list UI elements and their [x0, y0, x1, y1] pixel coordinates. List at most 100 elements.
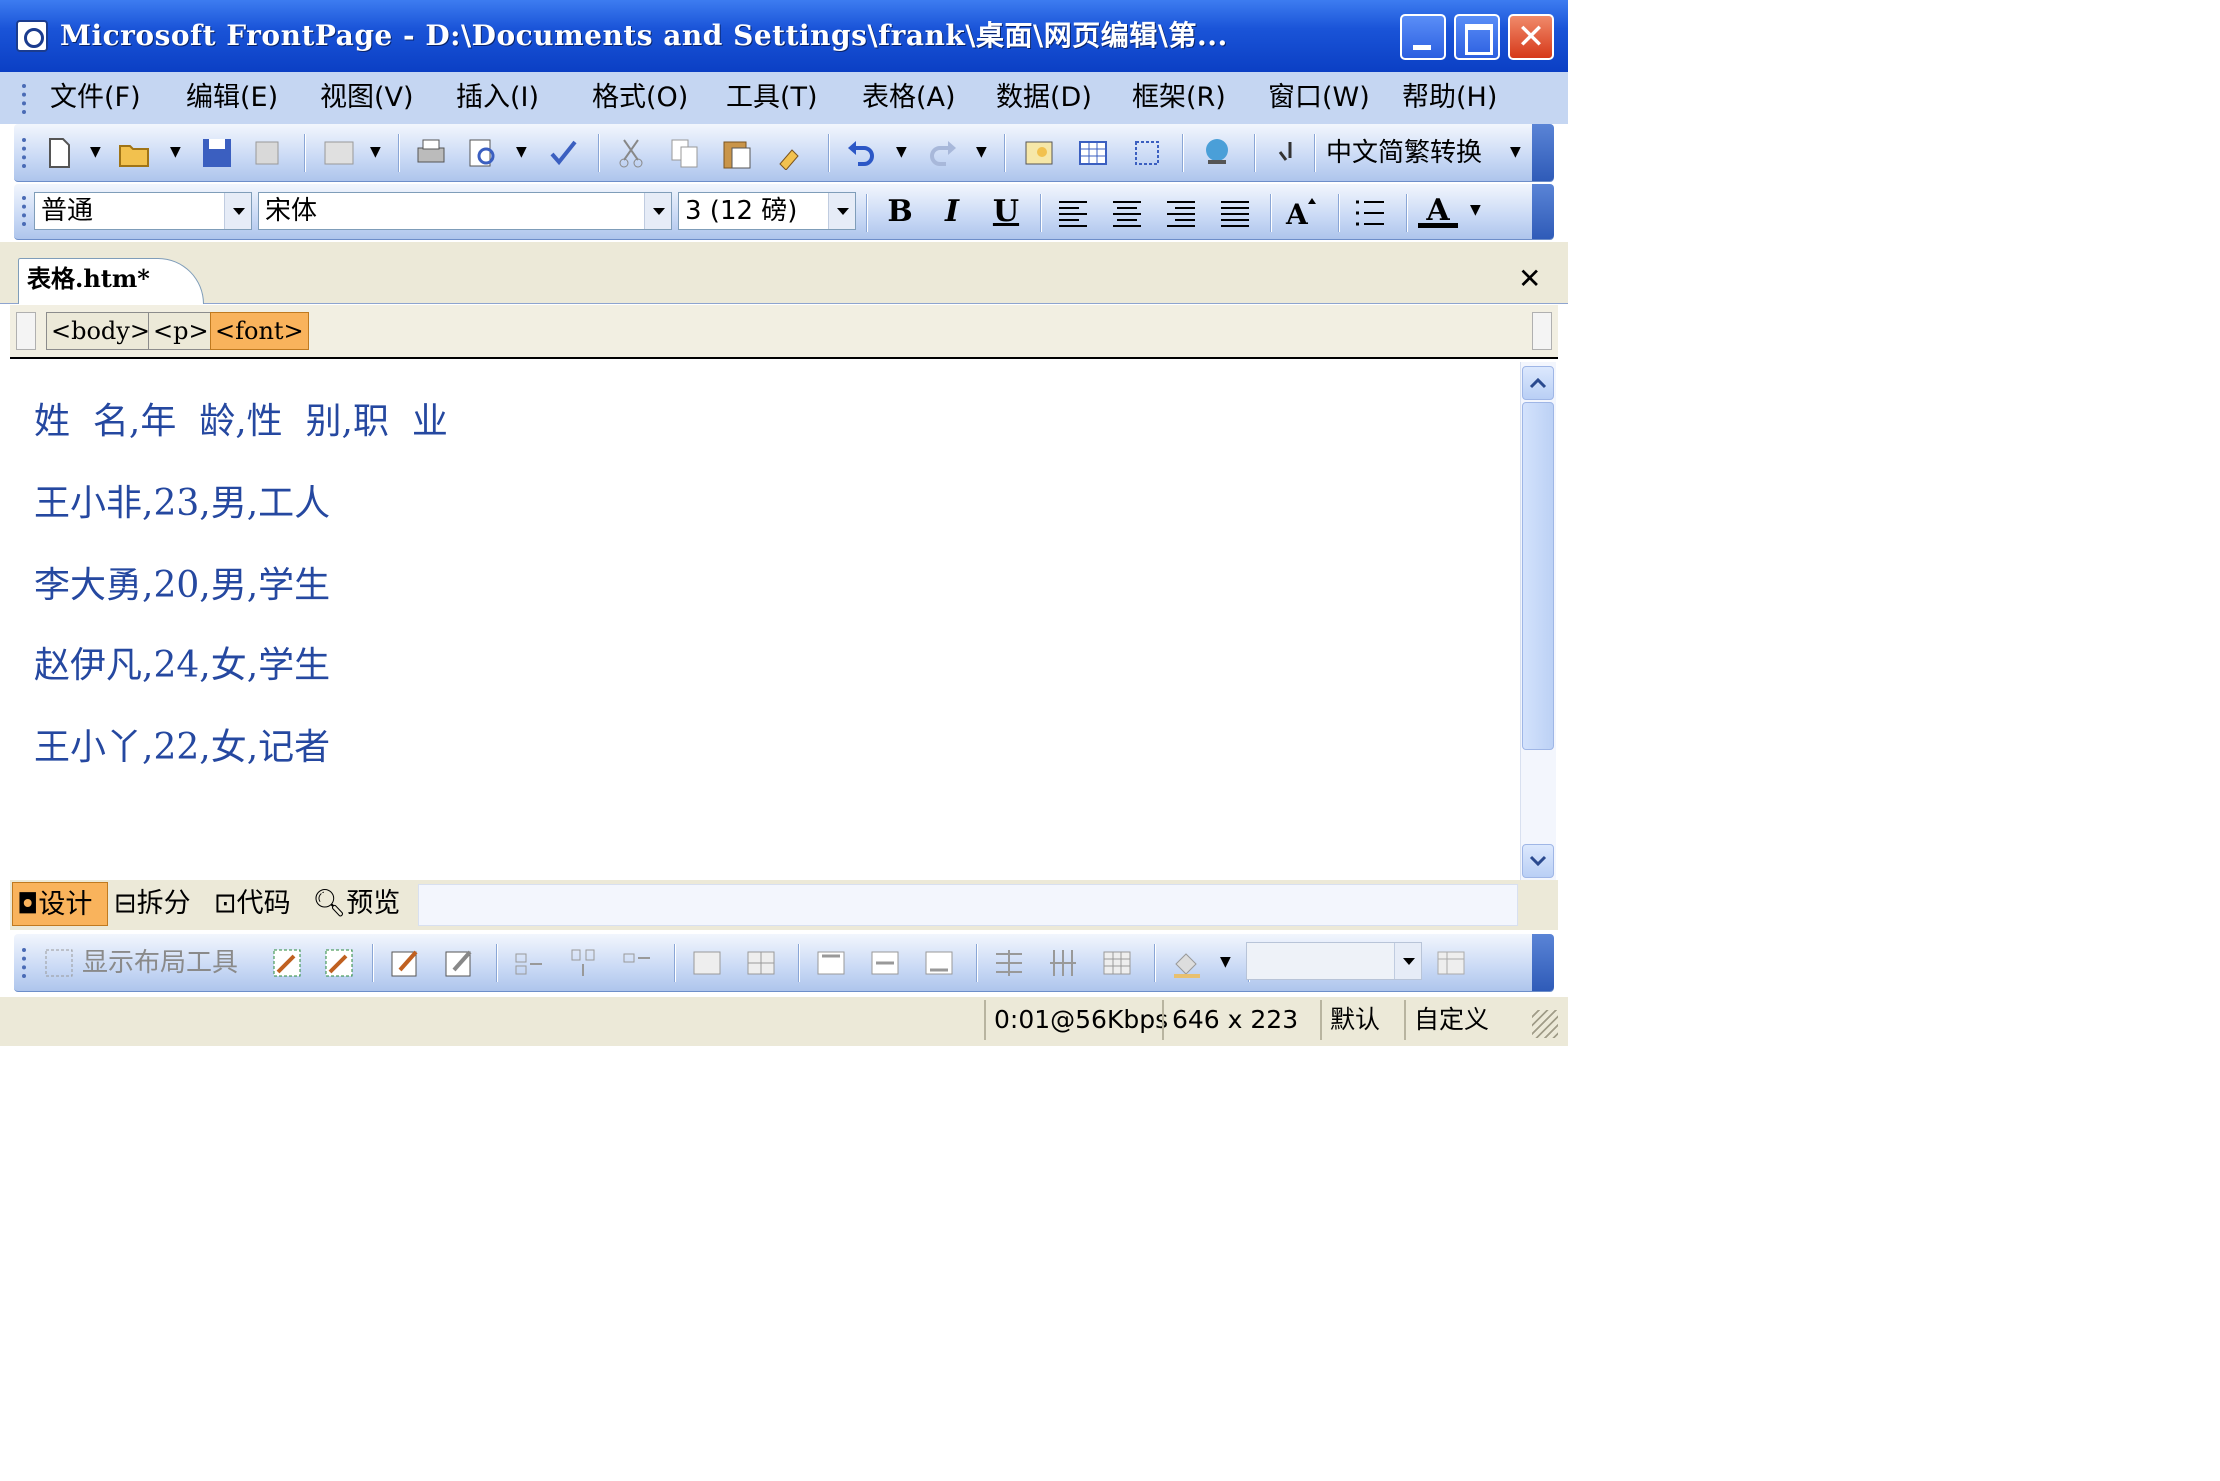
- show-layout-tools-button[interactable]: 显示布局工具: [82, 944, 238, 982]
- menu-file[interactable]: 文件(F): [50, 74, 141, 122]
- close-window-button[interactable]: ✕: [1508, 14, 1554, 60]
- menu-window[interactable]: 窗口(W): [1268, 74, 1370, 122]
- toolbar-options-icon[interactable]: [1532, 934, 1554, 991]
- paste-icon[interactable]: [720, 136, 754, 170]
- center-vertically-icon[interactable]: [868, 946, 902, 980]
- content-line[interactable]: 赵伊凡,24,女,学生: [34, 636, 330, 688]
- increase-font-size-icon[interactable]: A: [1284, 194, 1318, 228]
- distribute-rows-icon[interactable]: [992, 946, 1026, 980]
- menu-data[interactable]: 数据(D): [996, 74, 1092, 122]
- frontpage-app-icon[interactable]: [16, 20, 48, 52]
- menu-frames[interactable]: 框架(R): [1132, 74, 1226, 122]
- align-right-icon[interactable]: [1164, 196, 1198, 230]
- bold-button[interactable]: B: [880, 192, 920, 232]
- delete-cells-icon[interactable]: [620, 946, 654, 980]
- preview-dropdown-icon[interactable]: ▼: [516, 144, 527, 160]
- font-size-select[interactable]: 3 (12 磅): [678, 192, 856, 230]
- print-preview-icon[interactable]: [466, 136, 500, 170]
- chevron-down-icon[interactable]: [224, 193, 251, 229]
- undo-icon[interactable]: [844, 136, 878, 170]
- publish-icon[interactable]: [252, 136, 286, 170]
- menu-help[interactable]: 帮助(H): [1402, 74, 1497, 122]
- content-line[interactable]: 王小非,23,男,工人: [34, 474, 330, 526]
- merge-cells-icon[interactable]: [690, 946, 724, 980]
- print-icon[interactable]: [414, 136, 448, 170]
- page-size-status[interactable]: 646 x 223: [1162, 1000, 1298, 1040]
- table-autoformat-icon[interactable]: [1434, 946, 1468, 980]
- show-all-icon[interactable]: [1270, 136, 1304, 170]
- align-left-icon[interactable]: [1056, 196, 1090, 230]
- content-line[interactable]: 李大勇,20,男,学生: [34, 556, 330, 608]
- tag-scroll-left-icon[interactable]: [16, 312, 36, 350]
- layout-tools-icon[interactable]: [42, 946, 76, 980]
- menu-insert[interactable]: 插入(I): [456, 74, 539, 122]
- content-line-header[interactable]: 姓 名,年 龄,性 别,职 业: [34, 392, 448, 444]
- new-dropdown-icon[interactable]: ▼: [90, 144, 101, 160]
- default-status[interactable]: 默认: [1320, 1000, 1380, 1040]
- cut-icon[interactable]: [614, 136, 648, 170]
- align-center-icon[interactable]: [1110, 196, 1144, 230]
- toolbar-options-icon[interactable]: [1532, 184, 1554, 239]
- maximize-button[interactable]: [1454, 14, 1500, 60]
- web-component-dropdown-icon[interactable]: ▼: [370, 144, 381, 160]
- spelling-icon[interactable]: [546, 136, 580, 170]
- undo-dropdown-icon[interactable]: ▼: [896, 144, 907, 160]
- scroll-up-button[interactable]: [1522, 366, 1554, 400]
- fill-color-icon[interactable]: [1170, 946, 1204, 980]
- menu-table[interactable]: 表格(A): [862, 74, 956, 122]
- eraser-icon[interactable]: [442, 946, 476, 980]
- scroll-down-button[interactable]: [1522, 844, 1554, 878]
- toolbar-grip-handle[interactable]: [22, 948, 27, 978]
- style-select[interactable]: 普通: [34, 192, 252, 230]
- tab-code[interactable]: ⊡代码: [214, 882, 291, 926]
- content-line[interactable]: 王小丫,22,女,记者: [34, 718, 330, 770]
- copy-icon[interactable]: [668, 136, 702, 170]
- minimize-button[interactable]: [1400, 14, 1446, 60]
- chevron-down-icon[interactable]: [1394, 943, 1421, 979]
- menu-view[interactable]: 视图(V): [320, 74, 414, 122]
- open-icon[interactable]: [118, 136, 152, 170]
- insert-rows-icon[interactable]: [512, 946, 546, 980]
- custom-status[interactable]: 自定义: [1404, 1000, 1489, 1040]
- font-color-dropdown-icon[interactable]: ▼: [1470, 202, 1481, 218]
- close-document-icon[interactable]: ✕: [1518, 262, 1541, 295]
- align-top-icon[interactable]: [814, 946, 848, 980]
- web-component-icon[interactable]: [322, 136, 356, 170]
- tab-preview[interactable]: 🔍︎预览: [312, 882, 400, 926]
- tag-font-selected[interactable]: <font>: [210, 312, 309, 350]
- insert-table-icon[interactable]: [1076, 136, 1110, 170]
- fill-color-dropdown-icon[interactable]: ▼: [1220, 954, 1231, 970]
- underline-button[interactable]: U: [986, 192, 1026, 232]
- tag-scroll-right-icon[interactable]: [1532, 312, 1552, 350]
- menu-edit[interactable]: 编辑(E): [186, 74, 278, 122]
- font-select[interactable]: 宋体: [258, 192, 672, 230]
- insert-picture-icon[interactable]: [1022, 136, 1056, 170]
- italic-button[interactable]: I: [932, 192, 972, 232]
- insert-columns-icon[interactable]: [566, 946, 600, 980]
- tag-p[interactable]: <p>: [148, 312, 214, 350]
- scroll-thumb[interactable]: [1522, 402, 1554, 750]
- toolbar-grip-handle[interactable]: [22, 196, 27, 226]
- split-cells-icon[interactable]: [744, 946, 778, 980]
- save-icon[interactable]: [200, 136, 234, 170]
- draw-table-icon[interactable]: [388, 946, 422, 980]
- font-color-button[interactable]: A: [1418, 192, 1458, 228]
- insert-layer-icon[interactable]: [1130, 136, 1164, 170]
- tab-split[interactable]: ⊟拆分: [114, 882, 191, 926]
- table-autoformat-select[interactable]: [1246, 942, 1422, 980]
- distribute-columns-icon[interactable]: [1046, 946, 1080, 980]
- chinese-conversion-dropdown-icon[interactable]: ▼: [1510, 144, 1521, 160]
- redo-dropdown-icon[interactable]: ▼: [976, 144, 987, 160]
- tag-body[interactable]: <body>: [46, 312, 155, 350]
- download-time-status[interactable]: 0:01@56Kbps: [984, 1000, 1168, 1040]
- redo-icon[interactable]: [926, 136, 960, 170]
- tab-design[interactable]: ◘设计: [12, 882, 108, 926]
- resize-grip-icon[interactable]: [1532, 1010, 1558, 1038]
- open-dropdown-icon[interactable]: ▼: [170, 144, 181, 160]
- align-bottom-icon[interactable]: [922, 946, 956, 980]
- toolbar-options-icon[interactable]: [1532, 124, 1554, 181]
- draw-layout-cell-icon[interactable]: [322, 946, 356, 980]
- autofit-icon[interactable]: [1100, 946, 1134, 980]
- tab-document[interactable]: 表格.htm*: [18, 258, 204, 304]
- format-painter-icon[interactable]: [774, 136, 808, 170]
